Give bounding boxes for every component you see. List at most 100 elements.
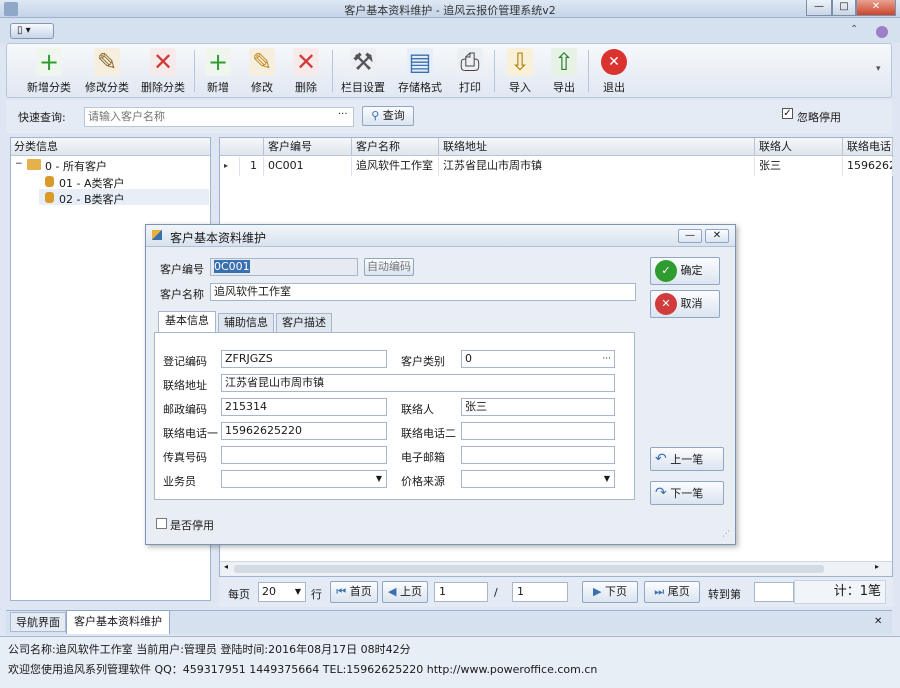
tab-customer-desc[interactable]: 客户描述: [276, 313, 332, 333]
next-page-icon: ▶: [593, 585, 602, 598]
next-record-button[interactable]: ↷ 下一笔: [650, 481, 724, 505]
edit-category-button[interactable]: ✎ 修改分类: [82, 46, 132, 96]
toolbar-separator: [588, 50, 589, 92]
first-page-button[interactable]: ⏮ 首页: [330, 581, 378, 603]
cell-contact[interactable]: 张三: [755, 157, 843, 176]
phone2-input[interactable]: [461, 422, 615, 440]
tree-collapse-icon[interactable]: −: [15, 159, 23, 169]
search-picker-button[interactable]: ···: [338, 109, 348, 120]
goto-page-input[interactable]: [754, 582, 794, 602]
cell-address[interactable]: 江苏省昆山市周市镇: [439, 157, 755, 176]
status-line-1: 公司名称:追风软件工作室 当前用户:管理员 登陆时间:2016年08月17日 0…: [8, 643, 411, 656]
toolbar-label: 导出: [553, 81, 575, 94]
fax-input[interactable]: [221, 446, 387, 464]
search-input[interactable]: [84, 107, 354, 127]
cancel-button[interactable]: ✕ 取消: [650, 290, 720, 318]
delete-doc-icon: ✕: [150, 48, 176, 76]
grid-header-name[interactable]: 客户名称: [352, 138, 439, 156]
storage-format-button[interactable]: ▤ 存储格式: [394, 46, 446, 96]
toolbar-separator: [332, 50, 333, 92]
column-settings-button[interactable]: ⚒ 栏目设置: [338, 46, 388, 96]
help-icon[interactable]: [876, 26, 888, 38]
tree-item[interactable]: 02 - B类客户: [59, 191, 125, 207]
minimize-button[interactable]: —: [806, 0, 832, 16]
ribbon-minimize-icon[interactable]: ⌃: [850, 24, 858, 35]
add-button[interactable]: + 新增: [200, 46, 236, 96]
cancel-x-icon: ✕: [655, 293, 677, 315]
cell-name[interactable]: 追风软件工作室: [352, 157, 439, 176]
toolbar-label: 删除: [295, 81, 317, 94]
dialog-minimize-button[interactable]: —: [678, 229, 702, 243]
email-label: 电子邮箱: [401, 451, 445, 464]
disabled-checkbox[interactable]: [156, 518, 167, 529]
checkmark-icon: ✓: [655, 260, 677, 282]
resize-grip-icon[interactable]: ⋰: [722, 529, 730, 538]
salesman-select[interactable]: ▼: [221, 470, 387, 488]
scroll-left-icon[interactable]: ◂: [224, 562, 228, 571]
ignore-disabled-checkbox[interactable]: ✓: [782, 108, 793, 119]
contact-input[interactable]: 张三: [461, 398, 615, 416]
row-indicator-icon: ▸: [220, 157, 240, 176]
tab-basic-info[interactable]: 基本信息: [158, 311, 216, 333]
format-icon: ▤: [407, 48, 433, 76]
prev-record-button[interactable]: ↶ 上一笔: [650, 447, 724, 471]
cancel-label: 取消: [680, 297, 703, 310]
toolbar-label: 栏目设置: [341, 81, 385, 94]
customer-code-field[interactable]: 0C001: [210, 258, 358, 276]
export-button[interactable]: ⇧ 导出: [546, 46, 582, 96]
grid-header-code[interactable]: 客户编号: [264, 138, 352, 156]
current-page-input[interactable]: 1: [434, 582, 488, 602]
price-source-select[interactable]: ▼: [461, 470, 615, 488]
toolbar-separator: [494, 50, 495, 92]
customer-name-field[interactable]: 追风软件工作室: [210, 283, 636, 301]
auto-code-button[interactable]: 自动编码: [364, 258, 414, 276]
next-page-button[interactable]: ▶ 下页: [582, 581, 638, 603]
zip-input[interactable]: 215314: [221, 398, 387, 416]
tree-root-item[interactable]: 0 - 所有客户: [45, 158, 107, 174]
magnifier-icon: ⚲: [371, 109, 380, 122]
grid-header-phone[interactable]: 联络电话: [843, 138, 893, 156]
cell-phone[interactable]: 15962625220: [843, 157, 893, 176]
email-input[interactable]: [461, 446, 615, 464]
ellipsis-icon[interactable]: ···: [602, 351, 611, 367]
prev-page-button[interactable]: ◀ 上页: [382, 581, 428, 603]
ribbon-options-icon[interactable]: ▾: [876, 64, 881, 74]
customer-type-input[interactable]: 0 ···: [461, 350, 615, 368]
cell-code[interactable]: 0C001: [264, 157, 352, 176]
edit-button[interactable]: ✎ 修改: [244, 46, 280, 96]
next-record-label: 下一笔: [670, 487, 704, 500]
delete-button[interactable]: ✕ 删除: [288, 46, 324, 96]
per-page-select[interactable]: 20 ▼: [258, 582, 306, 602]
customer-type-label: 客户类别: [401, 355, 445, 368]
toolbar-label: 退出: [603, 81, 625, 94]
tab-page-basic: 登记编码 ZFRJGZS 客户类别 0 ··· 联络地址 江苏省昆山市周市镇 邮政…: [154, 332, 635, 500]
search-button[interactable]: ⚲ 查询: [362, 106, 414, 126]
toolbar-label: 修改: [251, 81, 273, 94]
grid-header-contact[interactable]: 联络人: [755, 138, 843, 156]
import-button[interactable]: ⇩ 导入: [502, 46, 538, 96]
exit-button[interactable]: ✕ 退出: [596, 46, 632, 96]
address-label: 联络地址: [163, 379, 207, 392]
last-page-button[interactable]: ⏭ 尾页: [644, 581, 700, 603]
folder-icon: [27, 159, 41, 170]
phone1-label: 联络电话一: [163, 427, 218, 440]
scroll-thumb[interactable]: [234, 565, 824, 573]
phone1-input[interactable]: 15962625220: [221, 422, 387, 440]
maximize-button[interactable]: □: [832, 0, 856, 16]
tab-navigation[interactable]: 导航界面: [10, 612, 66, 632]
horizontal-scrollbar[interactable]: ◂ ▸: [220, 561, 892, 576]
scroll-right-icon[interactable]: ▸: [875, 562, 879, 571]
print-button[interactable]: ⎙ 打印: [452, 46, 488, 96]
ok-button[interactable]: ✓ 确定: [650, 257, 720, 285]
dialog-close-button[interactable]: ✕: [705, 229, 729, 243]
reg-code-input[interactable]: ZFRJGZS: [221, 350, 387, 368]
app-menu-button[interactable]: ▯ ▾: [10, 23, 54, 39]
address-input[interactable]: 江苏省昆山市周市镇: [221, 374, 615, 392]
delete-category-button[interactable]: ✕ 删除分类: [138, 46, 188, 96]
tab-customer-maintenance[interactable]: 客户基本资料维护: [66, 610, 170, 634]
tab-aux-info[interactable]: 辅助信息: [218, 313, 274, 333]
close-button[interactable]: ✕: [856, 0, 896, 16]
add-category-button[interactable]: + 新增分类: [24, 46, 74, 96]
close-tab-icon[interactable]: ✕: [874, 616, 882, 627]
grid-header-address[interactable]: 联络地址: [439, 138, 755, 156]
